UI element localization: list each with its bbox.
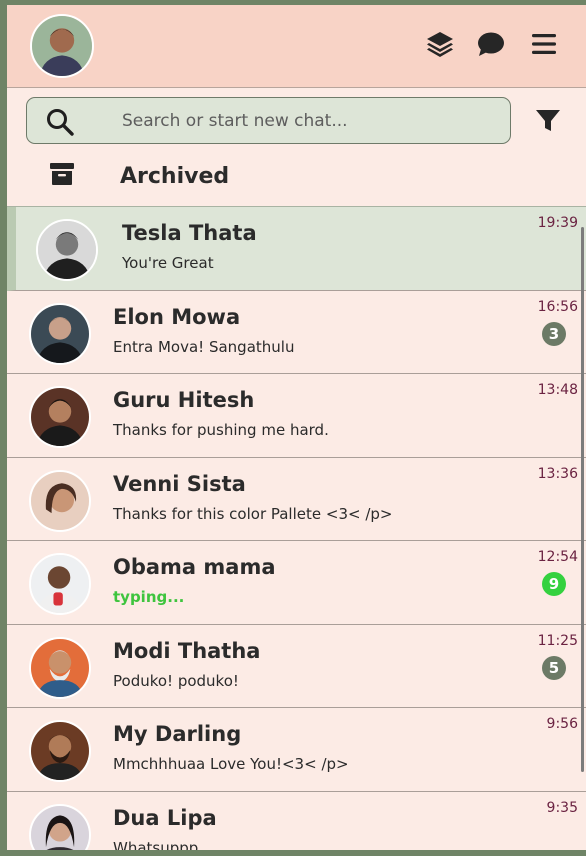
chat-item-modi-thatha[interactable]: Modi Thatha Poduko! poduko! 11:25 5 — [7, 624, 586, 708]
layers-icon[interactable] — [425, 29, 455, 59]
contact-name: Guru Hitesh — [113, 388, 255, 412]
chat-item-guru-hitesh[interactable]: Guru Hitesh Thanks for pushing me hard. … — [7, 374, 586, 458]
last-message: Thanks for pushing me hard. — [113, 421, 329, 439]
filter-icon[interactable] — [534, 107, 562, 135]
chat-sidebar: Archived Tesla Thata You're Great 19:39 … — [7, 5, 586, 850]
contact-avatar — [29, 636, 91, 699]
message-time: 13:36 — [537, 465, 578, 482]
chat-item-venni-sista[interactable]: Venni Sista Thanks for this color Pallet… — [7, 457, 586, 541]
search-row — [7, 88, 586, 151]
scrollbar[interactable] — [581, 227, 584, 772]
message-time: 12:54 — [537, 549, 578, 565]
chat-bubble-icon[interactable] — [476, 29, 506, 59]
contact-name: My Darling — [113, 722, 242, 746]
message-time: 11:25 — [537, 632, 578, 649]
chat-item-tesla-thata[interactable]: Tesla Thata You're Great 19:39 — [7, 207, 586, 291]
typing-indicator: typing... — [113, 588, 185, 606]
contact-avatar — [29, 553, 91, 615]
menu-icon[interactable] — [529, 29, 559, 59]
chat-item-my-darling[interactable]: My Darling Mmchhhuaa Love You!<3< /p> 9:… — [7, 708, 586, 792]
message-time: 19:39 — [537, 215, 578, 231]
search-icon[interactable] — [45, 107, 75, 137]
last-message: Mmchhhuaa Love You!<3< /p> — [113, 755, 349, 773]
unread-badge: 3 — [542, 321, 566, 346]
chat-item-obama-mama[interactable]: Obama mama typing... 12:54 9 — [7, 541, 586, 625]
contact-avatar — [29, 302, 91, 365]
message-time: 13:48 — [537, 382, 578, 398]
contact-name: Dua Lipa — [113, 805, 217, 830]
contact-name: Obama mama — [113, 555, 276, 579]
archive-icon — [49, 161, 75, 187]
search-input[interactable] — [122, 108, 492, 134]
chat-item-elon-mowa[interactable]: Elon Mowa Entra Mova! Sangathulu 16:56 3 — [7, 290, 586, 374]
message-time: 9:56 — [546, 716, 578, 732]
contact-name: Tesla Thata — [122, 221, 257, 245]
contact-name: Elon Mowa — [113, 304, 241, 329]
chat-item-dua-lipa[interactable]: Dua Lipa Whatsuppp 9:35 — [7, 791, 586, 851]
last-message: Whatsuppp — [113, 838, 199, 851]
contact-name: Venni Sista — [113, 471, 246, 496]
last-message: You're Great — [122, 254, 214, 272]
message-time: 9:35 — [546, 799, 578, 816]
profile-avatar[interactable] — [30, 14, 94, 78]
archived-label: Archived — [120, 164, 230, 189]
archived-row[interactable]: Archived — [7, 151, 586, 207]
contact-name: Modi Thatha — [113, 638, 261, 663]
contact-avatar — [36, 219, 98, 281]
search-box — [26, 97, 511, 144]
last-message: Poduko! poduko! — [113, 671, 239, 690]
last-message: Entra Mova! Sangathulu — [113, 337, 295, 356]
last-message: Thanks for this color Pallete <3< /p> — [113, 504, 393, 523]
contact-avatar — [29, 386, 91, 448]
chat-list: Tesla Thata You're Great 19:39 Elon Mowa… — [7, 207, 586, 850]
unread-badge: 5 — [542, 655, 566, 680]
message-time: 16:56 — [537, 298, 578, 315]
unread-badge: 9 — [542, 572, 566, 596]
contact-avatar — [29, 469, 91, 532]
sidebar-header — [7, 5, 586, 88]
contact-avatar — [29, 720, 91, 782]
contact-avatar — [29, 803, 91, 850]
